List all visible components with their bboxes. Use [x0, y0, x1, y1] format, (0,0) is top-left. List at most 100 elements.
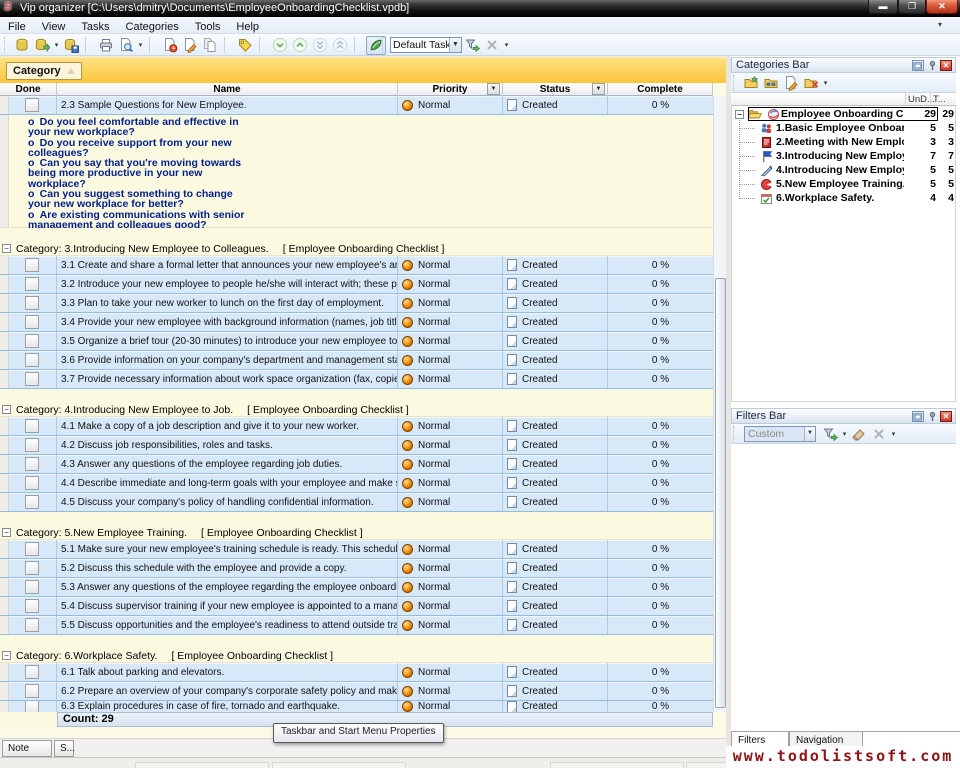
column-total[interactable]: T... — [930, 93, 954, 106]
table-row[interactable]: 3.3 Plan to take your new worker to lunc… — [0, 294, 713, 313]
table-row[interactable]: 5.5 Discuss opportunities and the employ… — [0, 616, 713, 635]
done-checkbox[interactable] — [25, 258, 39, 272]
save-database-icon[interactable] — [62, 37, 80, 54]
table-row[interactable]: 2.3 Sample Questions for New Employee.No… — [0, 96, 713, 115]
menu-categories[interactable]: Categories — [118, 19, 187, 33]
table-row[interactable]: 3.1 Create and share a formal letter tha… — [0, 256, 713, 275]
print-icon[interactable] — [97, 37, 115, 54]
title-bar[interactable]: S Vip organizer [C:\Users\dmitry\Documen… — [0, 0, 960, 17]
category-tree-item[interactable]: 6.Workplace Safety.44 — [732, 191, 955, 205]
filter-dropdown-icon[interactable]: ▼ — [592, 83, 605, 95]
done-checkbox[interactable] — [25, 495, 39, 509]
table-row[interactable]: 5.2 Discuss this schedule with the emplo… — [0, 559, 713, 578]
new-database-icon[interactable] — [13, 37, 31, 54]
category-group-row[interactable]: −Category: 5.New Employee Training.[ Emp… — [0, 526, 713, 540]
table-row[interactable]: 5.1 Make sure your new employee's traini… — [0, 540, 713, 559]
move-task-up-icon[interactable] — [291, 37, 309, 54]
new-task-icon[interactable] — [161, 37, 179, 54]
menu-overflow-icon[interactable]: ▾ — [938, 20, 942, 29]
menu-file[interactable]: File — [0, 19, 34, 33]
group-by-category-button[interactable]: Category — [6, 62, 82, 80]
table-row[interactable]: 3.7 Provide necessary information about … — [0, 370, 713, 389]
done-checkbox[interactable] — [25, 372, 39, 386]
menu-view[interactable]: View — [34, 19, 74, 33]
delete-view-icon[interactable] — [483, 37, 501, 54]
table-row[interactable]: 4.3 Answer any questions of the employee… — [0, 455, 713, 474]
edit-category-icon[interactable] — [782, 74, 800, 91]
task-view-combobox[interactable]: Default Task V ▼ — [390, 37, 462, 53]
clear-filter-icon[interactable] — [850, 425, 868, 442]
apply-filter-icon[interactable] — [821, 425, 839, 442]
category-group-row[interactable]: −Category: 4.Introducing New Employee to… — [0, 403, 713, 417]
pin-panel-icon[interactable] — [926, 60, 938, 71]
done-checkbox[interactable] — [25, 618, 39, 632]
table-row[interactable]: 6.2 Prepare an overview of your company'… — [0, 682, 713, 701]
done-checkbox[interactable] — [25, 476, 39, 490]
table-row[interactable]: 5.3 Answer any questions of the employee… — [0, 578, 713, 597]
done-checkbox[interactable] — [25, 98, 39, 112]
scrollbar-thumb[interactable] — [715, 278, 726, 708]
category-tree-item[interactable]: 5.New Employee Training.55 — [732, 177, 955, 191]
done-checkbox[interactable] — [25, 438, 39, 452]
column-header-done[interactable]: Done — [0, 83, 57, 96]
float-panel-icon[interactable] — [912, 411, 924, 422]
maximize-button[interactable]: ❐ — [898, 0, 926, 14]
table-row[interactable]: 4.1 Make a copy of a job description and… — [0, 417, 713, 436]
done-checkbox[interactable] — [25, 277, 39, 291]
delete-category-icon[interactable] — [802, 74, 820, 91]
table-row[interactable]: 3.4 Provide your new employee with backg… — [0, 313, 713, 332]
done-checkbox[interactable] — [25, 701, 39, 712]
taskbar-button[interactable] — [272, 762, 406, 768]
categories-column-header[interactable]: UnD... T... — [731, 93, 956, 106]
chevron-down-icon[interactable]: ▼ — [449, 38, 461, 52]
tab-note[interactable]: Note — [2, 740, 52, 757]
task-notes-row[interactable]: o Do you feel comfortable and effective … — [0, 115, 713, 228]
tab-s[interactable]: S... — [54, 740, 74, 757]
taskbar-button[interactable] — [135, 762, 269, 768]
table-row[interactable]: 4.4 Describe immediate and long-term goa… — [0, 474, 713, 493]
dropdown-arrow-icon[interactable]: ▾ — [840, 430, 849, 438]
categories-bar-header[interactable]: Categories Bar ✕ — [731, 57, 956, 73]
collapse-icon[interactable]: − — [735, 110, 744, 119]
category-tree-root[interactable]: −Employee Onboarding Checklis2929 — [732, 107, 955, 121]
move-task-down-icon[interactable] — [271, 37, 289, 54]
menu-tasks[interactable]: Tasks — [73, 19, 117, 33]
close-button[interactable]: ✕ — [926, 0, 958, 14]
clone-task-icon[interactable] — [201, 37, 219, 54]
taskbar-button[interactable] — [550, 762, 684, 768]
table-row[interactable]: 5.4 Discuss supervisor training if your … — [0, 597, 713, 616]
close-panel-icon[interactable]: ✕ — [940, 411, 952, 422]
filters-bar-header[interactable]: Filters Bar ✕ — [731, 408, 956, 424]
tag-icon[interactable] — [236, 37, 254, 54]
new-subcategory-icon[interactable] — [762, 74, 780, 91]
chevron-down-icon[interactable]: ▼ — [804, 427, 815, 441]
collapse-icon[interactable]: − — [2, 651, 11, 660]
collapse-icon[interactable]: − — [2, 528, 11, 537]
delete-filter-icon[interactable] — [870, 425, 888, 442]
minimize-button[interactable]: ▬ — [868, 0, 898, 14]
dropdown-arrow-icon[interactable]: ▾ — [136, 41, 145, 49]
done-checkbox[interactable] — [25, 684, 39, 698]
done-checkbox[interactable] — [25, 665, 39, 679]
move-task-bottom-icon[interactable] — [311, 37, 329, 54]
table-row[interactable]: 3.2 Introduce your new employee to peopl… — [0, 275, 713, 294]
column-undone[interactable]: UnD... — [905, 93, 930, 106]
table-row[interactable]: 6.3 Explain procedures in case of fire, … — [0, 701, 713, 712]
close-panel-icon[interactable]: ✕ — [940, 60, 952, 71]
vertical-scrollbar[interactable] — [713, 96, 726, 712]
done-checkbox[interactable] — [25, 353, 39, 367]
menu-help[interactable]: Help — [228, 19, 267, 33]
dropdown-arrow-icon[interactable]: ▾ — [52, 41, 61, 49]
float-panel-icon[interactable] — [912, 60, 924, 71]
done-checkbox[interactable] — [25, 599, 39, 613]
print-preview-icon[interactable] — [117, 37, 135, 54]
dropdown-arrow-icon[interactable]: ▾ — [821, 79, 830, 87]
edit-task-icon[interactable] — [181, 37, 199, 54]
apply-view-icon[interactable] — [463, 37, 481, 54]
pin-panel-icon[interactable] — [926, 411, 938, 422]
filter-preset-combobox[interactable]: Custom ▼ — [744, 426, 816, 442]
collapse-icon[interactable]: − — [2, 405, 11, 414]
done-checkbox[interactable] — [25, 315, 39, 329]
category-tree-item[interactable]: 1.Basic Employee Onboarding55 — [732, 121, 955, 135]
category-group-row[interactable]: −Category: 3.Introducing New Employee to… — [0, 242, 713, 256]
